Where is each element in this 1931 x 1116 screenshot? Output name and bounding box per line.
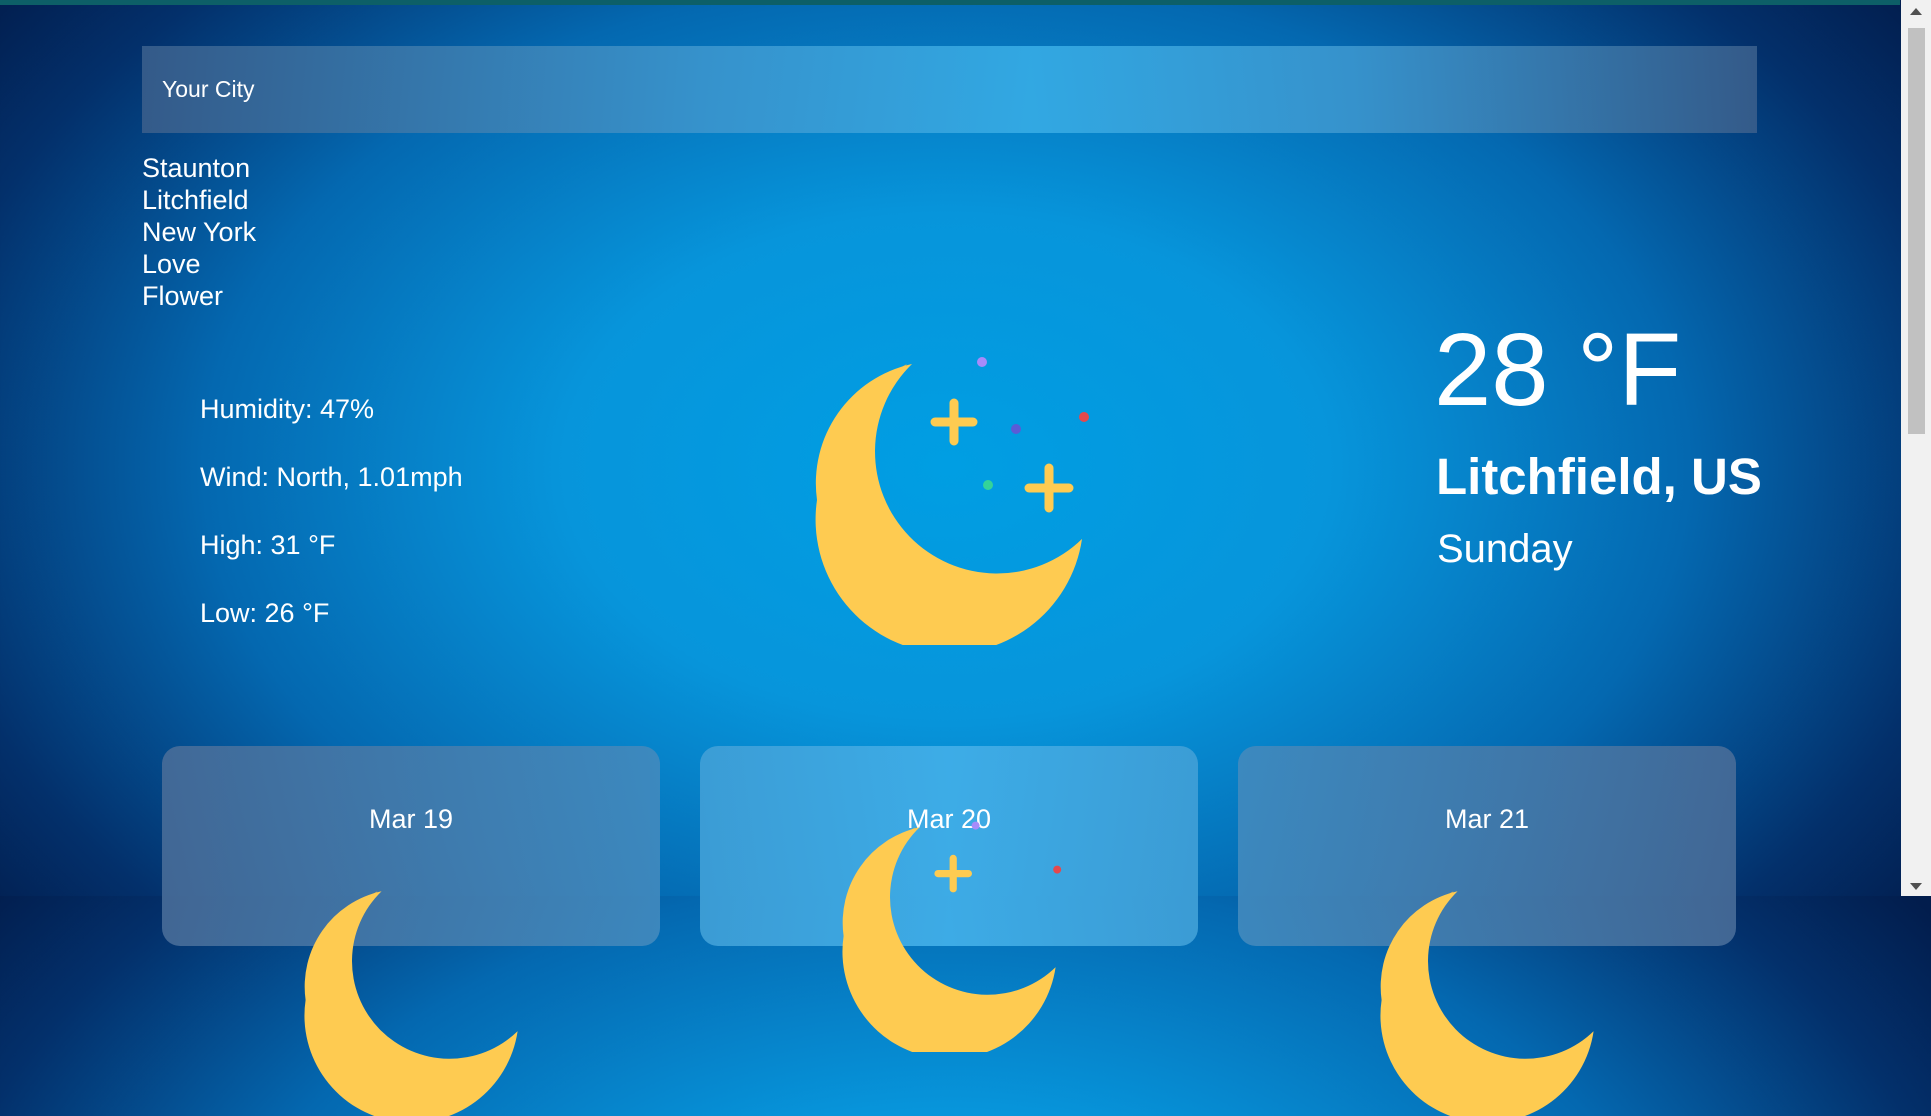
city-suggestion-item[interactable]: Flower	[142, 280, 256, 312]
city-suggestion-list: Staunton Litchfield New York Love Flower	[142, 152, 256, 312]
forecast-card[interactable]: Mar 20	[700, 746, 1198, 1052]
current-temperature: 28 °F	[1434, 312, 1682, 427]
crescent-moon-stars-icon	[815, 357, 1089, 645]
window-top-border	[0, 0, 1900, 5]
forecast-date: Mar 21	[1444, 804, 1530, 834]
scroll-up-arrow-icon[interactable]	[1910, 8, 1922, 15]
crescent-moon-stars-icon	[1380, 891, 1594, 1116]
scrollbar-thumb[interactable]	[1908, 28, 1925, 434]
city-suggestion-item[interactable]: Love	[142, 248, 256, 280]
low-temp-text: Low: 26 °F	[200, 598, 330, 628]
scroll-down-arrow-icon[interactable]	[1910, 883, 1922, 890]
high-temp-text: High: 31 °F	[200, 530, 336, 560]
city-suggestion-item[interactable]: New York	[142, 216, 256, 248]
city-suggestion-item[interactable]: Staunton	[142, 152, 256, 184]
forecast-date: Mar 19	[368, 804, 454, 834]
crescent-moon-stars-icon	[304, 891, 518, 1116]
vertical-scrollbar[interactable]	[1901, 0, 1931, 896]
city-search-input[interactable]	[142, 46, 1757, 133]
wind-text: Wind: North, 1.01mph	[200, 462, 463, 492]
humidity-text: Humidity: 47%	[200, 394, 375, 424]
current-day: Sunday	[1437, 527, 1573, 571]
forecast-card[interactable]: Mar 21	[1238, 746, 1736, 1116]
weather-details: Humidity: 47% Wind: North, 1.01mph High:…	[200, 394, 463, 666]
city-suggestion-item[interactable]: Litchfield	[142, 184, 256, 216]
location-title: Litchfield, US	[1436, 448, 1762, 505]
crescent-moon-stars-icon	[842, 821, 1062, 1052]
forecast-card[interactable]: Mar 19	[162, 746, 660, 1116]
